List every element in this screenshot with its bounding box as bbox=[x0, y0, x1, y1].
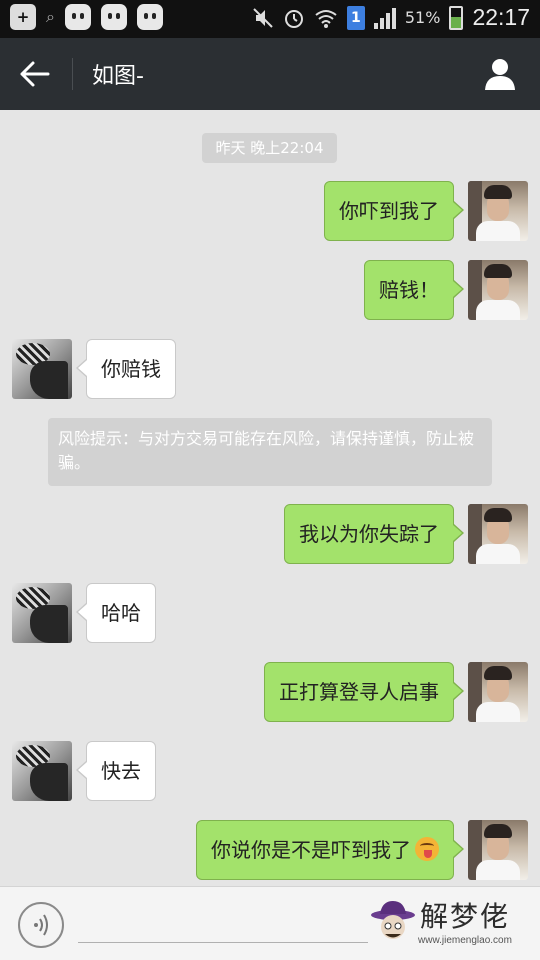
voice-wave-icon bbox=[34, 914, 48, 936]
message-text: 正打算登寻人启事 bbox=[279, 680, 439, 704]
contact-avatar[interactable] bbox=[12, 339, 72, 399]
clock-time: 22:17 bbox=[472, 4, 530, 30]
search-icon: ⌕ bbox=[46, 7, 55, 26]
my-avatar[interactable] bbox=[468, 260, 528, 320]
chat-profile-button[interactable] bbox=[482, 56, 518, 92]
my-avatar[interactable] bbox=[468, 662, 528, 722]
sim-icon: 1 bbox=[346, 5, 365, 30]
face-icon bbox=[136, 4, 163, 30]
detective-logo-icon bbox=[371, 901, 415, 939]
contact-avatar[interactable] bbox=[12, 741, 72, 801]
message-text: 哈哈 bbox=[101, 601, 141, 625]
signal-icon bbox=[373, 7, 396, 29]
message-text: 我以为你失踪了 bbox=[299, 522, 439, 546]
tongue-out-emoji-icon bbox=[415, 837, 439, 861]
voice-input-button[interactable] bbox=[18, 902, 64, 948]
my-avatar[interactable] bbox=[468, 820, 528, 880]
message-list[interactable]: 昨天 晚上22:04 你吓到我了 赔钱！ 你赔钱 风险提示：与对方交易可能存在风… bbox=[0, 110, 540, 886]
incoming-message-bubble[interactable]: 快去 bbox=[76, 741, 156, 801]
person-icon bbox=[485, 59, 515, 90]
outgoing-message-bubble[interactable]: 我以为你失踪了 bbox=[284, 504, 464, 564]
message-text-input[interactable] bbox=[78, 901, 368, 943]
outgoing-message-bubble[interactable]: 赔钱！ bbox=[364, 260, 464, 320]
battery-icon bbox=[449, 5, 464, 30]
message-text: 快去 bbox=[101, 759, 141, 783]
mute-icon bbox=[253, 7, 273, 28]
incoming-message-bubble[interactable]: 你赔钱 bbox=[76, 339, 176, 399]
my-avatar[interactable] bbox=[468, 504, 528, 564]
outgoing-message-bubble[interactable]: 正打算登寻人启事 bbox=[264, 662, 464, 722]
my-avatar[interactable] bbox=[468, 181, 528, 241]
face-icon bbox=[100, 4, 127, 30]
contact-avatar[interactable] bbox=[12, 583, 72, 643]
wifi-icon bbox=[315, 9, 337, 28]
add-box-icon: + bbox=[10, 4, 36, 30]
battery-percent: 51% bbox=[404, 8, 441, 27]
incoming-message-bubble[interactable]: 哈哈 bbox=[76, 583, 156, 643]
alarm-icon bbox=[284, 9, 303, 28]
risk-warning-notice: 风险提示：与对方交易可能存在风险，请保持谨慎，防止被骗。 bbox=[48, 418, 492, 486]
outgoing-message-bubble[interactable]: 你说你是不是吓到我了 bbox=[196, 820, 464, 880]
chat-title: 如图- bbox=[92, 64, 144, 89]
outgoing-message-bubble[interactable]: 你吓到我了 bbox=[324, 181, 464, 241]
message-text: 你吓到我了 bbox=[339, 199, 439, 223]
message-text: 你说你是不是吓到我了 bbox=[211, 838, 411, 862]
face-icon bbox=[64, 4, 91, 30]
site-watermark: 解梦佬 www.jiemenglao.com bbox=[368, 897, 538, 953]
status-bar-right: 1 51% 22:17 bbox=[252, 4, 530, 31]
status-bar: + ⌕ 1 51% 22:17 bbox=[0, 0, 540, 38]
message-text: 赔钱！ bbox=[379, 278, 439, 302]
back-arrow-icon bbox=[20, 61, 50, 87]
watermark-title: 解梦佬 bbox=[420, 900, 511, 933]
title-divider bbox=[72, 58, 73, 90]
message-input-bar: 解梦佬 www.jiemenglao.com bbox=[0, 886, 540, 960]
watermark-url: www.jiemenglao.com bbox=[418, 935, 512, 946]
back-button[interactable] bbox=[16, 56, 56, 92]
chat-title-bar: 如图- bbox=[0, 38, 540, 110]
message-timestamp: 昨天 晚上22:04 bbox=[202, 133, 337, 163]
status-bar-left: + ⌕ bbox=[10, 4, 163, 30]
message-text: 你赔钱 bbox=[101, 357, 161, 381]
